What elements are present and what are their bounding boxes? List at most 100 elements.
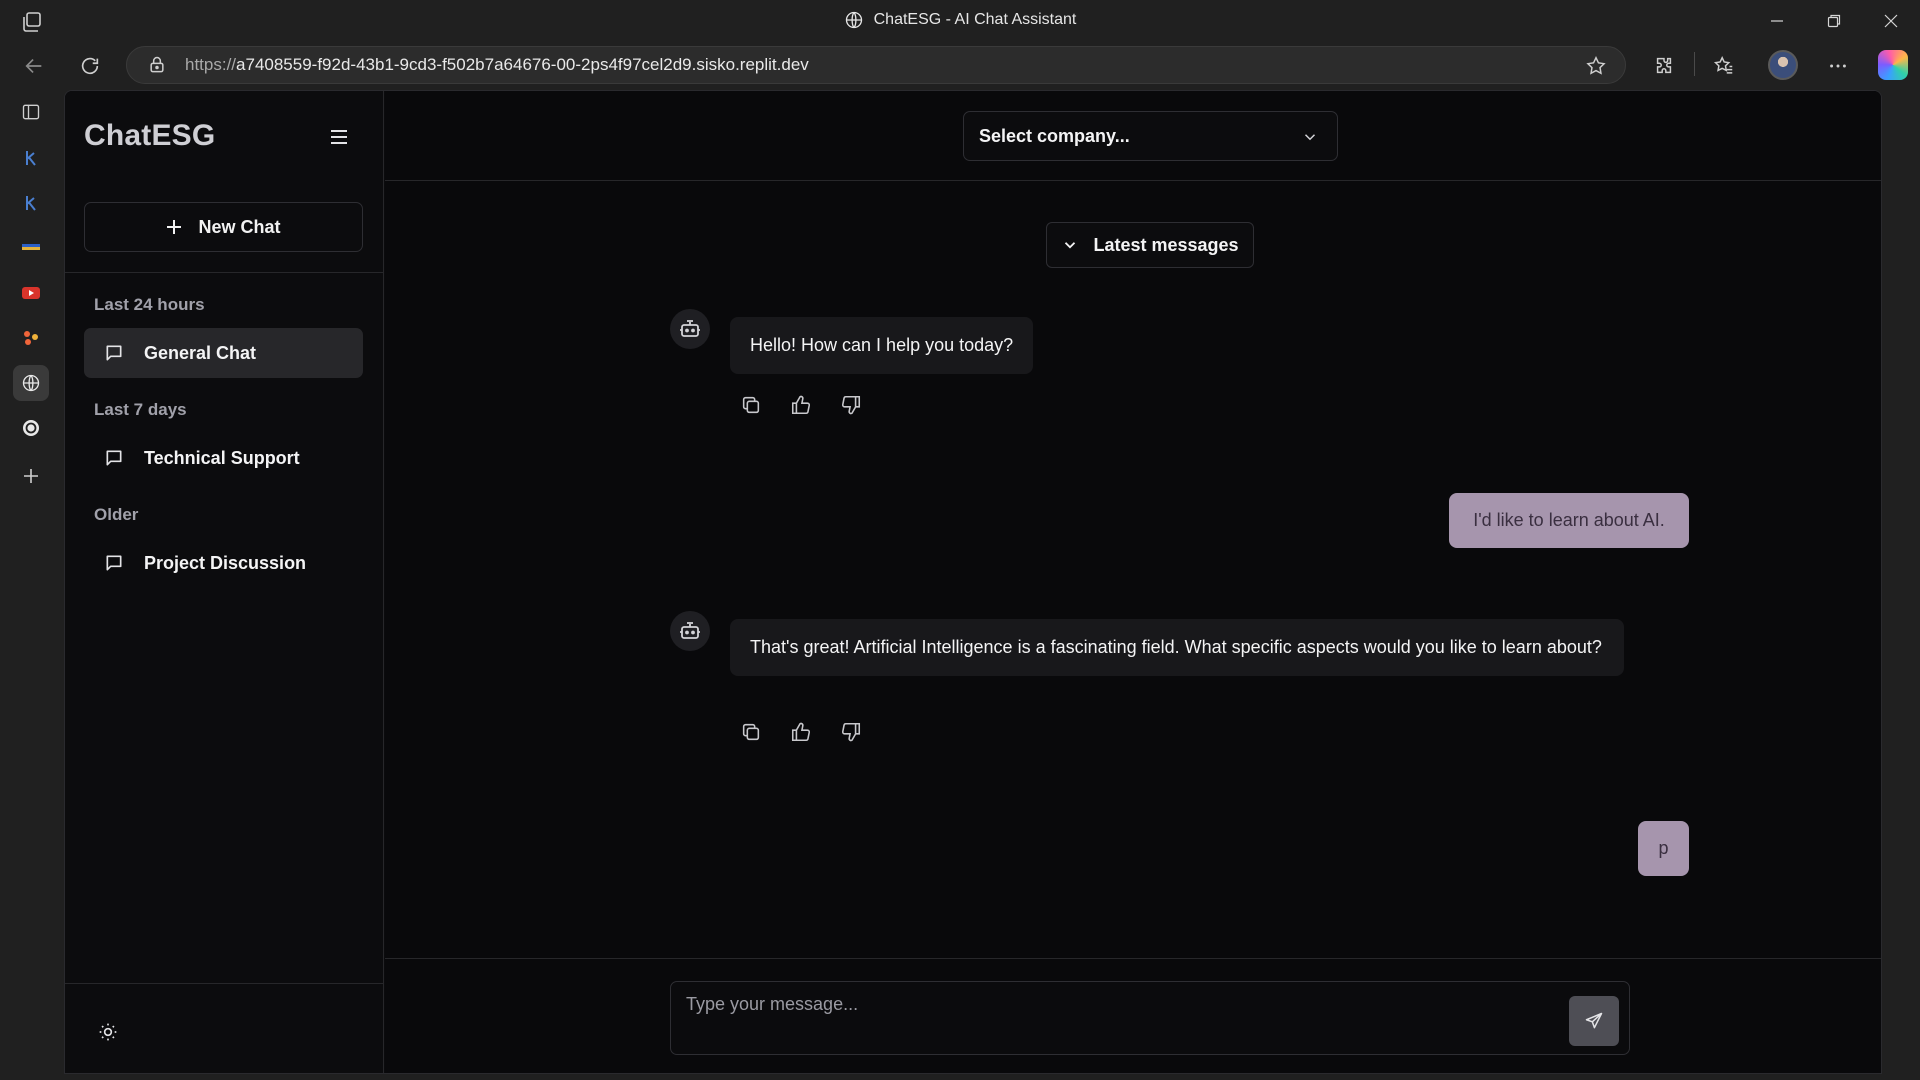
chat-item-project-discussion[interactable]: Project Discussion	[84, 538, 363, 588]
window-title: ChatESG - AI Chat Assistant	[0, 10, 1920, 30]
sidebar-toggle-button[interactable]	[325, 123, 353, 151]
tab-favicon-current[interactable]	[13, 365, 49, 401]
message-square-icon	[106, 555, 122, 571]
send-button[interactable]	[1569, 996, 1619, 1046]
assistant-message-text: That's great! Artificial Intelligence is…	[750, 637, 1602, 657]
favorite-star-icon[interactable]	[1585, 55, 1607, 77]
group-label-last-24-hours: Last 24 hours	[94, 295, 205, 314]
favorites-icon	[1713, 56, 1733, 74]
group-label-older: Older	[94, 505, 139, 524]
globe-icon	[22, 374, 40, 392]
back-button[interactable]	[18, 50, 50, 82]
globe-icon	[845, 11, 862, 29]
message-square-icon	[106, 345, 122, 361]
brand-title: ChatESG	[84, 119, 216, 152]
refresh-icon	[81, 57, 99, 75]
toolbar-separator	[1694, 52, 1695, 76]
puzzle-icon	[1656, 57, 1672, 74]
more-horizontal-icon	[1830, 64, 1846, 68]
letter-k-icon	[26, 196, 36, 211]
new-chat-label: New Chat	[198, 216, 281, 237]
user-message-text: p	[1658, 838, 1669, 858]
send-icon	[1585, 1012, 1603, 1029]
message-input[interactable]	[671, 982, 1551, 1054]
chat-item-label: General Chat	[144, 342, 257, 363]
chat-item-label: Technical Support	[144, 447, 300, 468]
user-message-text: I'd like to learn about AI.	[1473, 510, 1665, 530]
sidebar-divider	[65, 272, 384, 273]
colored-dots-icon	[24, 331, 38, 345]
theme-toggle-button[interactable]	[95, 1019, 121, 1045]
sun-icon	[99, 1023, 117, 1041]
message-square-icon	[106, 450, 122, 466]
favorites-button[interactable]	[1708, 50, 1740, 82]
tab-favicon-flag[interactable]	[13, 230, 49, 266]
tab-favicon-k-1[interactable]	[13, 140, 49, 176]
restore-icon	[1827, 14, 1841, 28]
tab-favicon-youtube[interactable]	[13, 275, 49, 311]
bot-icon	[680, 320, 700, 337]
address-bar[interactable]: https://a7408559-f92d-43b1-9cd3-f502b7a6…	[126, 46, 1626, 84]
assistant-message: Hello! How can I help you today?	[730, 317, 1034, 374]
chat-item-technical-support[interactable]: Technical Support	[84, 433, 363, 483]
add-tab-button[interactable]	[13, 458, 49, 494]
chat-item-label: Project Discussion	[144, 552, 307, 573]
sidebar-panel-icon	[22, 104, 40, 120]
thumbs-down-icon[interactable]	[840, 394, 862, 416]
assistant-message: That's great! Artificial Intelligence is…	[730, 619, 1624, 676]
vertical-tabs-button[interactable]	[13, 94, 49, 130]
restore-button[interactable]	[1805, 0, 1863, 42]
minimize-button[interactable]	[1748, 0, 1806, 42]
user-message: I'd like to learn about AI.	[1449, 493, 1689, 548]
chat-header: Select company...	[385, 91, 1881, 181]
composer-area	[385, 958, 1881, 1073]
assistant-message-text: Hello! How can I help you today?	[750, 335, 1014, 355]
message-actions	[740, 721, 862, 743]
more-options-button[interactable]	[1822, 50, 1854, 82]
menu-icon	[331, 130, 347, 144]
copilot-icon[interactable]	[1878, 50, 1908, 80]
youtube-icon	[22, 287, 40, 299]
latest-messages-label: Latest messages	[1093, 234, 1239, 255]
message-actions	[740, 394, 862, 416]
chat-main: Select company... Latest messages Hello!…	[385, 91, 1881, 1073]
openai-icon	[23, 420, 39, 436]
tab-favicon-openai[interactable]	[13, 410, 49, 446]
thumbs-up-icon[interactable]	[790, 394, 812, 416]
latest-messages-button[interactable]: Latest messages	[1046, 222, 1254, 268]
lock-icon[interactable]	[147, 55, 167, 75]
user-message: p	[1638, 821, 1689, 876]
url-text[interactable]: https://a7408559-f92d-43b1-9cd3-f502b7a6…	[185, 55, 809, 75]
refresh-button[interactable]	[74, 50, 106, 82]
close-icon	[1884, 14, 1898, 28]
thumbs-down-icon[interactable]	[840, 721, 862, 743]
chat-sidebar: ChatESG New Chat Last 24 hours General C…	[65, 91, 384, 1073]
browser-vertical-sidebar	[0, 88, 62, 1080]
tab-favicon-k-2[interactable]	[13, 185, 49, 221]
chatesg-app: ChatESG New Chat Last 24 hours General C…	[64, 90, 1882, 1074]
minimize-icon	[1771, 20, 1783, 22]
new-chat-button[interactable]: New Chat	[84, 202, 363, 252]
tab-favicon-dots[interactable]	[13, 320, 49, 356]
message-composer	[670, 981, 1630, 1055]
arrow-left-icon	[25, 58, 42, 74]
chat-item-general-chat[interactable]: General Chat	[84, 328, 363, 378]
url-host: a7408559-f92d-43b1-9cd3-f502b7a64676-00-…	[236, 55, 809, 74]
window-title-text: ChatESG - AI Chat Assistant	[873, 11, 1077, 28]
thumbs-up-icon[interactable]	[790, 721, 812, 743]
copy-icon[interactable]	[740, 721, 762, 743]
url-scheme: https://	[185, 55, 237, 74]
company-select[interactable]: Select company...	[963, 111, 1338, 161]
chevron-down-icon	[1304, 134, 1316, 141]
copy-icon[interactable]	[740, 394, 762, 416]
plus-icon	[167, 220, 182, 234]
close-window-button[interactable]	[1862, 0, 1920, 42]
extensions-button[interactable]	[1648, 50, 1680, 82]
company-select-value: Select company...	[979, 125, 1130, 146]
bot-avatar	[670, 611, 710, 651]
flag-icon	[22, 244, 40, 250]
bot-avatar	[670, 309, 710, 349]
profile-avatar[interactable]	[1768, 50, 1798, 80]
sidebar-footer-divider	[65, 983, 384, 984]
letter-k-icon	[26, 151, 36, 166]
